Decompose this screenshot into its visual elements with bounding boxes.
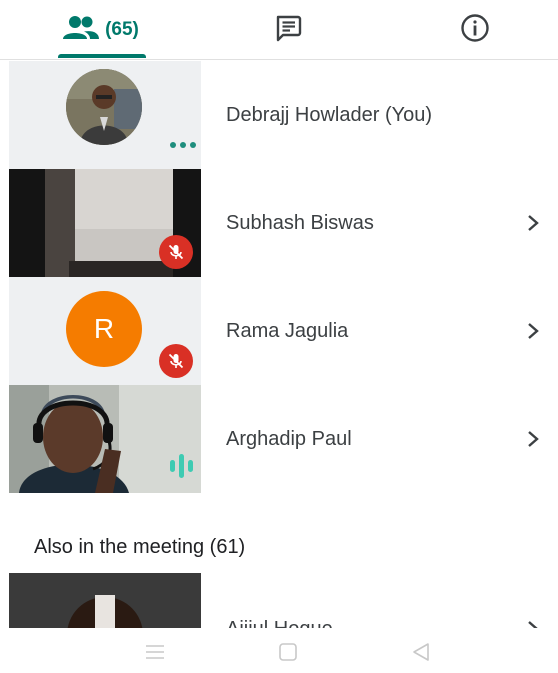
tab-chat[interactable] (238, 0, 338, 60)
avatar: R (66, 291, 142, 367)
tab-bar: (65) (0, 0, 558, 60)
chevron-right-icon[interactable] (526, 169, 540, 277)
avatar (66, 69, 142, 145)
participant-count: (65) (105, 19, 139, 40)
participant-name: Rama Jagulia (226, 319, 349, 342)
participant-video (9, 169, 201, 277)
active-tab-indicator (58, 54, 146, 58)
chevron-right-icon[interactable] (526, 609, 540, 628)
participant-name: Arghadip Paul (226, 427, 352, 450)
back-icon[interactable] (407, 638, 435, 666)
chevron-right-icon[interactable] (526, 385, 540, 493)
tab-people[interactable]: (65) (36, 0, 166, 60)
section-title: Also in the meeting (61) (34, 536, 246, 558)
participant-tile (9, 61, 201, 169)
participant-row[interactable]: Subhash Biswas (0, 169, 558, 277)
home-icon[interactable] (274, 638, 302, 666)
mic-off-icon (159, 344, 193, 378)
speaking-indicator-icon (170, 454, 193, 478)
participant-video (9, 385, 201, 493)
system-nav-bar (0, 628, 558, 673)
participant-row[interactable]: R Rama Jagulia (0, 277, 558, 385)
chevron-right-icon[interactable] (526, 277, 540, 385)
mic-off-icon (159, 235, 193, 269)
menu-icon[interactable] (141, 638, 169, 666)
more-options-icon[interactable] (170, 142, 196, 148)
people-icon (63, 15, 100, 46)
chat-icon (274, 14, 302, 47)
participant-row[interactable]: Debrajj Howlader (You) (0, 61, 558, 169)
participant-row[interactable]: Arghadip Paul (0, 385, 558, 493)
tab-info[interactable] (425, 0, 525, 60)
participant-name: Subhash Biswas (226, 211, 374, 234)
participant-row[interactable]: Ajijul Hoque (0, 573, 558, 628)
participant-video (9, 573, 201, 628)
participant-name: Ajijul Hoque (226, 609, 333, 629)
info-icon (460, 13, 490, 48)
participant-name: Debrajj Howlader (You) (226, 103, 433, 126)
participant-tile: R (9, 277, 201, 385)
